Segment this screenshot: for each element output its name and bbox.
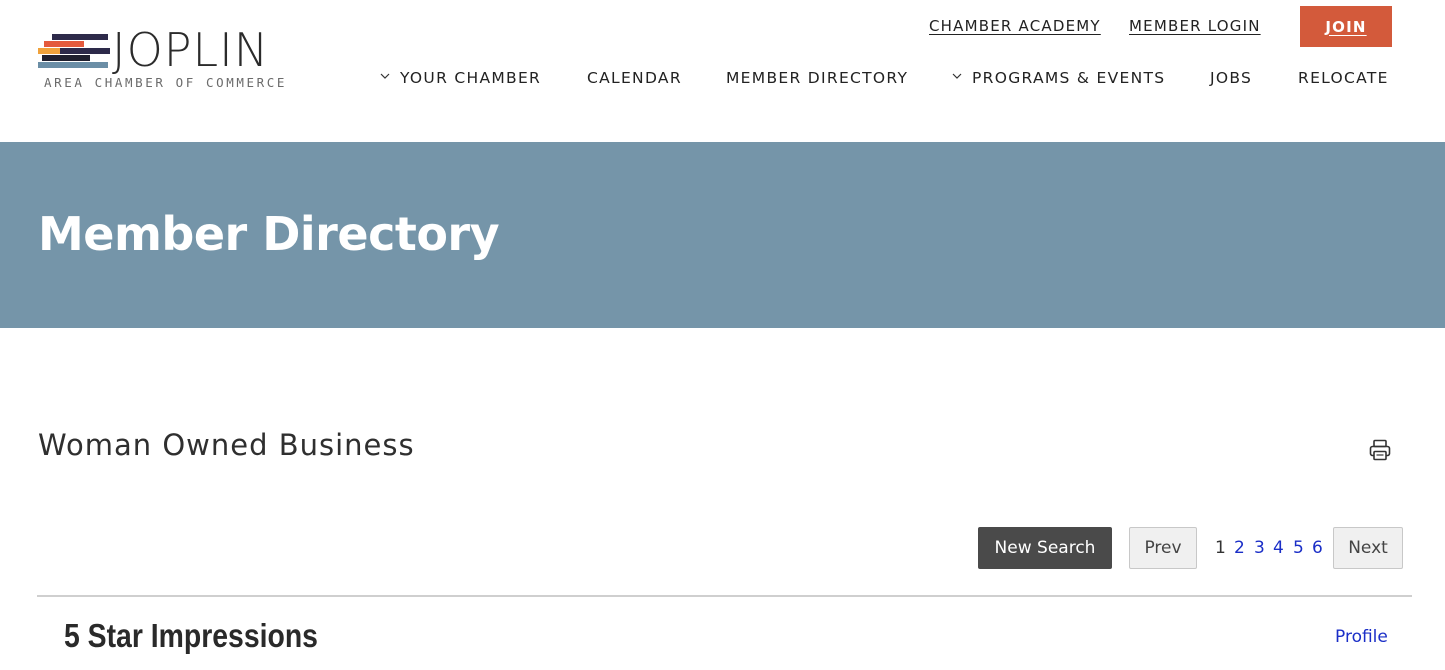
nav-jobs[interactable]: JOBS xyxy=(1210,69,1252,87)
nav-label: RELOCATE xyxy=(1298,69,1389,87)
chevron-down-icon xyxy=(380,73,390,79)
nav-your-chamber[interactable]: YOUR CHAMBER xyxy=(380,69,541,87)
profile-link[interactable]: Profile xyxy=(1335,627,1388,647)
prev-button[interactable]: Prev xyxy=(1129,527,1197,569)
results-divider xyxy=(37,595,1412,597)
chevron-down-icon xyxy=(952,73,962,79)
next-button[interactable]: Next xyxy=(1333,527,1403,569)
nav-label: PROGRAMS & EVENTS xyxy=(972,69,1166,87)
page-number-link[interactable]: 2 xyxy=(1234,538,1245,558)
nav-relocate[interactable]: RELOCATE xyxy=(1298,69,1389,87)
member-login-link[interactable]: MEMBER LOGIN xyxy=(1129,17,1261,35)
joplin-chamber-logo[interactable]: JOPLIN AREA CHAMBER OF COMMERCE xyxy=(38,23,298,92)
page-number-link[interactable]: 3 xyxy=(1254,538,1265,558)
page-title: Member Directory xyxy=(38,207,500,261)
new-search-button[interactable]: New Search xyxy=(978,527,1112,569)
logo-stripes-icon xyxy=(38,34,110,72)
join-button[interactable]: JOIN xyxy=(1300,6,1392,47)
printer-icon[interactable] xyxy=(1368,438,1392,462)
page-number-link[interactable]: 4 xyxy=(1273,538,1284,558)
site-header: JOPLIN AREA CHAMBER OF COMMERCE CHAMBER … xyxy=(0,0,1445,142)
nav-label: YOUR CHAMBER xyxy=(400,69,542,87)
nav-label: JOBS xyxy=(1210,69,1253,87)
hero-banner: Member Directory xyxy=(0,142,1445,328)
chamber-academy-link[interactable]: CHAMBER ACADEMY xyxy=(929,17,1101,35)
page-number-current: 1 xyxy=(1215,538,1226,558)
nav-member-directory[interactable]: MEMBER DIRECTORY xyxy=(726,69,908,87)
logo-subtitle: AREA CHAMBER OF COMMERCE xyxy=(44,75,288,90)
category-title: Woman Owned Business xyxy=(38,428,415,462)
page-number-link[interactable]: 6 xyxy=(1312,538,1323,558)
page-number-link[interactable]: 5 xyxy=(1293,538,1304,558)
listing-title[interactable]: 5 Star Impressions xyxy=(64,617,318,655)
logo-wordmark: JOPLIN xyxy=(112,23,270,77)
nav-label: MEMBER DIRECTORY xyxy=(726,69,909,87)
nav-programs-events[interactable]: PROGRAMS & EVENTS xyxy=(952,69,1165,87)
nav-calendar[interactable]: CALENDAR xyxy=(587,69,682,87)
nav-label: CALENDAR xyxy=(587,69,682,87)
